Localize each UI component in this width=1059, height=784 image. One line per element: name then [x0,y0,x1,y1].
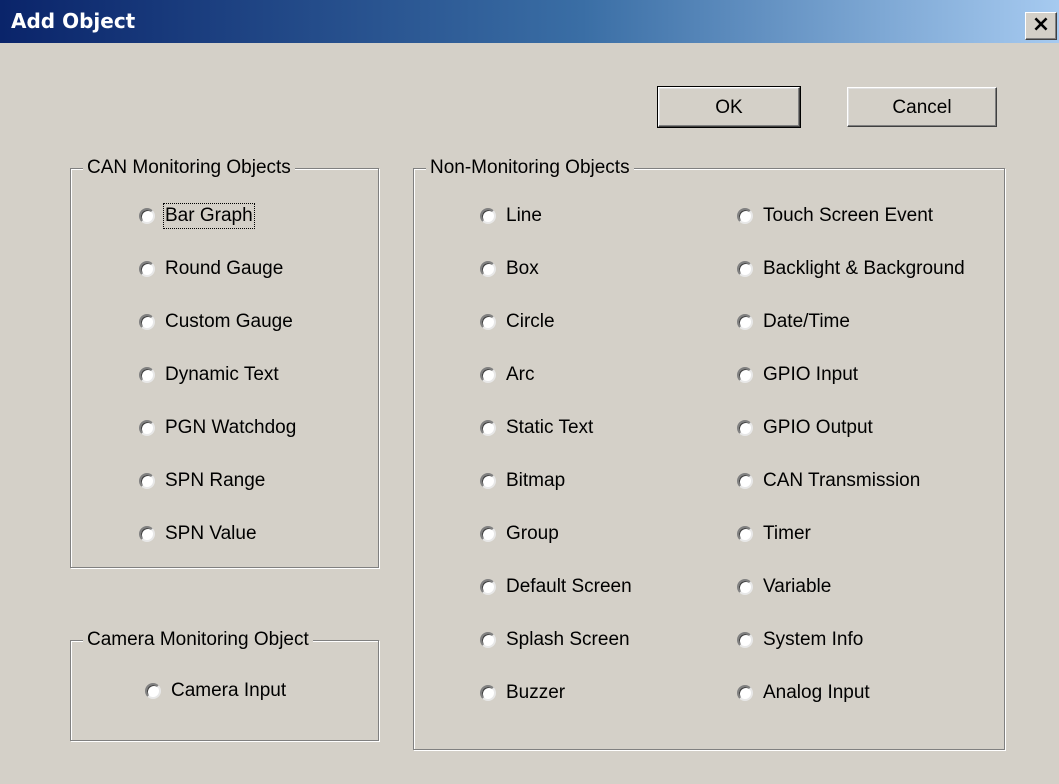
radio-label[interactable]: GPIO Output [763,417,873,439]
radio-label[interactable]: Round Gauge [165,258,283,280]
close-button[interactable]: × [1025,12,1057,40]
radio-label[interactable]: Group [506,523,559,545]
radio-button-icon[interactable] [480,685,496,701]
radio-label[interactable]: Backlight & Background [763,258,965,280]
radio-button-icon[interactable] [139,473,155,489]
radio-camera-input[interactable]: Camera Input [145,680,286,702]
radio-label[interactable]: Splash Screen [506,629,630,651]
radio-button-icon[interactable] [139,261,155,277]
radio-button-icon[interactable] [139,208,155,224]
radio-static-text[interactable]: Static Text [480,417,593,439]
radio-label[interactable]: System Info [763,629,863,651]
radio-button-icon[interactable] [139,526,155,542]
radio-label[interactable]: Custom Gauge [165,311,293,333]
radio-label[interactable]: Static Text [506,417,593,439]
radio-label[interactable]: Touch Screen Event [763,205,933,227]
radio-button-icon[interactable] [737,420,753,436]
can-monitoring-group-label: CAN Monitoring Objects [83,157,295,179]
radio-arc[interactable]: Arc [480,364,535,386]
radio-button-icon[interactable] [480,473,496,489]
radio-label[interactable]: Default Screen [506,576,632,598]
radio-button-icon[interactable] [139,420,155,436]
radio-label[interactable]: PGN Watchdog [165,417,296,439]
radio-label[interactable]: Circle [506,311,555,333]
radio-gpio-output[interactable]: GPIO Output [737,417,873,439]
radio-bar-graph[interactable]: Bar Graph [139,203,255,229]
radio-line[interactable]: Line [480,205,542,227]
radio-label[interactable]: Line [506,205,542,227]
radio-button-icon[interactable] [737,526,753,542]
radio-touch-screen-event[interactable]: Touch Screen Event [737,205,933,227]
radio-gpio-input[interactable]: GPIO Input [737,364,858,386]
cancel-button[interactable]: Cancel [847,87,997,127]
radio-can-transmission[interactable]: CAN Transmission [737,470,920,492]
radio-button-icon[interactable] [480,420,496,436]
title-bar[interactable]: Add Object × [0,0,1059,43]
camera-monitoring-group: Camera Monitoring Object Camera Input [70,629,379,741]
radio-button-icon[interactable] [737,685,753,701]
radio-buzzer[interactable]: Buzzer [480,682,565,704]
radio-backlight-and-background[interactable]: Backlight & Background [737,258,965,280]
radio-label[interactable]: Arc [506,364,535,386]
radio-timer[interactable]: Timer [737,523,811,545]
radio-button-icon[interactable] [737,473,753,489]
radio-dynamic-text[interactable]: Dynamic Text [139,364,279,386]
radio-button-icon[interactable] [480,579,496,595]
radio-label[interactable]: Box [506,258,539,280]
radio-label[interactable]: Camera Input [171,680,286,702]
ok-button[interactable]: OK [657,86,801,128]
radio-button-icon[interactable] [737,367,753,383]
radio-custom-gauge[interactable]: Custom Gauge [139,311,293,333]
radio-label[interactable]: Dynamic Text [165,364,279,386]
radio-analog-input[interactable]: Analog Input [737,682,870,704]
radio-label[interactable]: Variable [763,576,831,598]
add-object-dialog: Add Object × OK Cancel CAN Monitoring Ob… [0,0,1059,784]
radio-label[interactable]: SPN Value [165,523,257,545]
non-monitoring-group-label: Non-Monitoring Objects [426,157,634,179]
radio-label[interactable]: Date/Time [763,311,850,333]
radio-button-icon[interactable] [737,579,753,595]
radio-button-icon[interactable] [145,683,161,699]
radio-label[interactable]: Bar Graph [163,203,255,229]
radio-button-icon[interactable] [480,208,496,224]
radio-circle[interactable]: Circle [480,311,555,333]
radio-label[interactable]: Analog Input [763,682,870,704]
radio-button-icon[interactable] [480,526,496,542]
radio-label[interactable]: Bitmap [506,470,565,492]
radio-button-icon[interactable] [480,261,496,277]
radio-pgn-watchdog[interactable]: PGN Watchdog [139,417,296,439]
radio-button-icon[interactable] [737,632,753,648]
radio-date-time[interactable]: Date/Time [737,311,850,333]
radio-button-icon[interactable] [480,632,496,648]
radio-label[interactable]: CAN Transmission [763,470,920,492]
radio-label[interactable]: SPN Range [165,470,265,492]
radio-splash-screen[interactable]: Splash Screen [480,629,630,651]
radio-button-icon[interactable] [480,314,496,330]
radio-default-screen[interactable]: Default Screen [480,576,632,598]
radio-button-icon[interactable] [139,367,155,383]
radio-button-icon[interactable] [737,208,753,224]
radio-button-icon[interactable] [737,261,753,277]
dialog-title: Add Object [11,9,136,33]
radio-label[interactable]: Timer [763,523,811,545]
radio-box[interactable]: Box [480,258,539,280]
close-icon: × [1031,12,1051,37]
camera-monitoring-group-label: Camera Monitoring Object [83,629,313,651]
radio-button-icon[interactable] [737,314,753,330]
radio-label[interactable]: Buzzer [506,682,565,704]
radio-spn-value[interactable]: SPN Value [139,523,257,545]
radio-button-icon[interactable] [480,367,496,383]
non-monitoring-group: Non-Monitoring Objects Line Box Circle Arc S… [413,157,1005,750]
radio-bitmap[interactable]: Bitmap [480,470,565,492]
radio-group[interactable]: Group [480,523,559,545]
radio-variable[interactable]: Variable [737,576,831,598]
radio-system-info[interactable]: System Info [737,629,863,651]
radio-button-icon[interactable] [139,314,155,330]
radio-label[interactable]: GPIO Input [763,364,858,386]
can-monitoring-group: CAN Monitoring Objects Bar Graph Round Ga… [70,157,379,568]
radio-round-gauge[interactable]: Round Gauge [139,258,283,280]
radio-spn-range[interactable]: SPN Range [139,470,265,492]
